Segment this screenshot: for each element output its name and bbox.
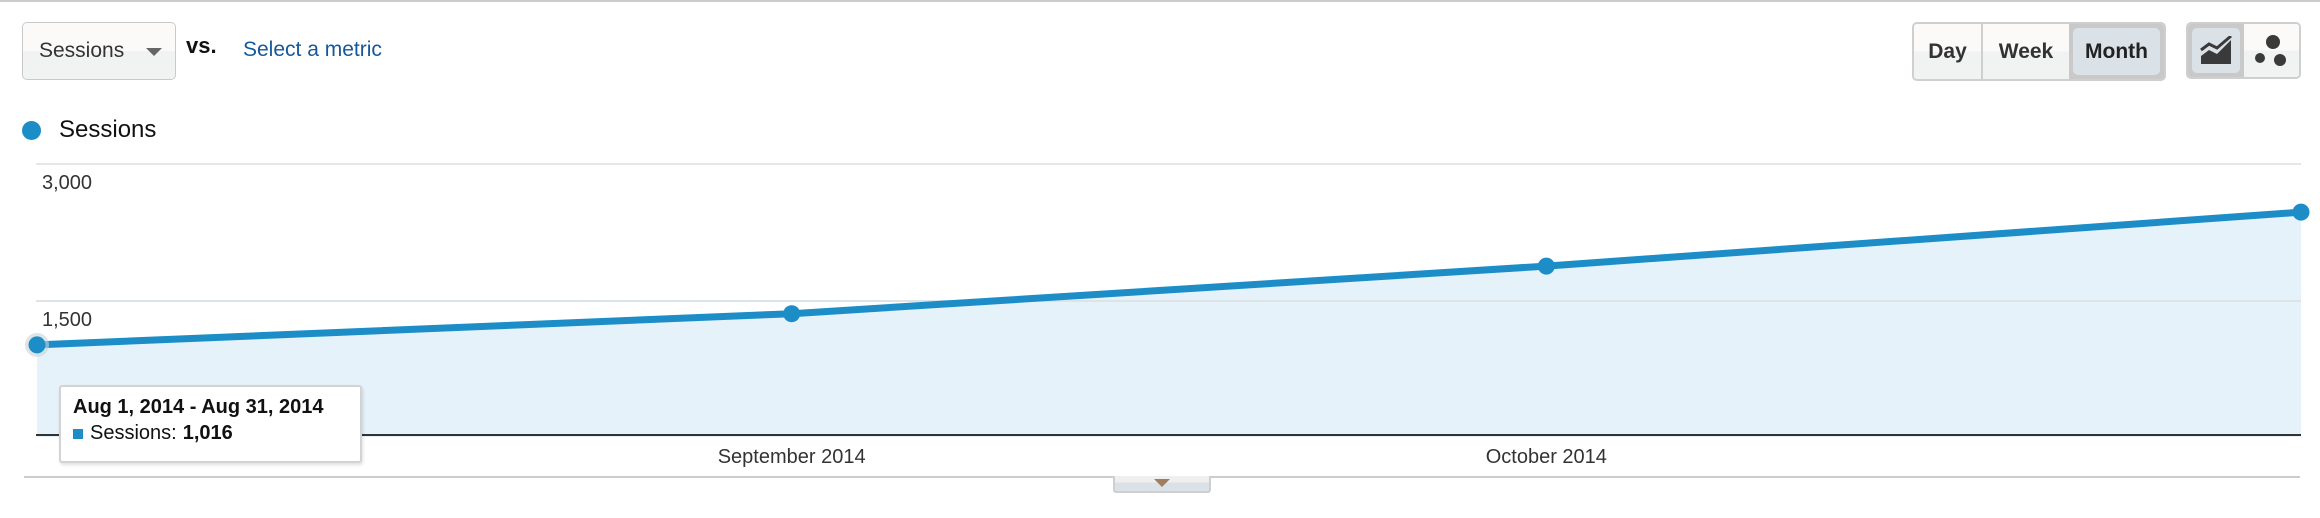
chart-tooltip: Aug 1, 2014 - Aug 31, 2014 Sessions: 1,0… — [59, 385, 362, 463]
x-tick-label: September 2014 — [718, 446, 866, 468]
tooltip-series-swatch — [73, 428, 83, 439]
y-tick-label-3000: 3,000 — [42, 172, 92, 194]
y-tick-label-1500: 1,500 — [42, 309, 92, 331]
caret-down-icon — [1154, 479, 1170, 487]
data-point-3 — [2292, 203, 2310, 221]
data-point-1 — [783, 305, 801, 323]
tooltip-metric-value: 1,016 — [182, 422, 233, 444]
tooltip-date-range: Aug 1, 2014 - Aug 31, 2014 — [73, 396, 324, 418]
data-point-2 — [1537, 257, 1555, 275]
sessions-area — [37, 212, 2301, 437]
data-point-0 — [28, 336, 46, 354]
x-tick-label: October 2014 — [1486, 446, 1607, 468]
tooltip-metric-label: Sessions: — [90, 422, 177, 444]
collapse-chart-toggle[interactable] — [1113, 476, 1211, 493]
